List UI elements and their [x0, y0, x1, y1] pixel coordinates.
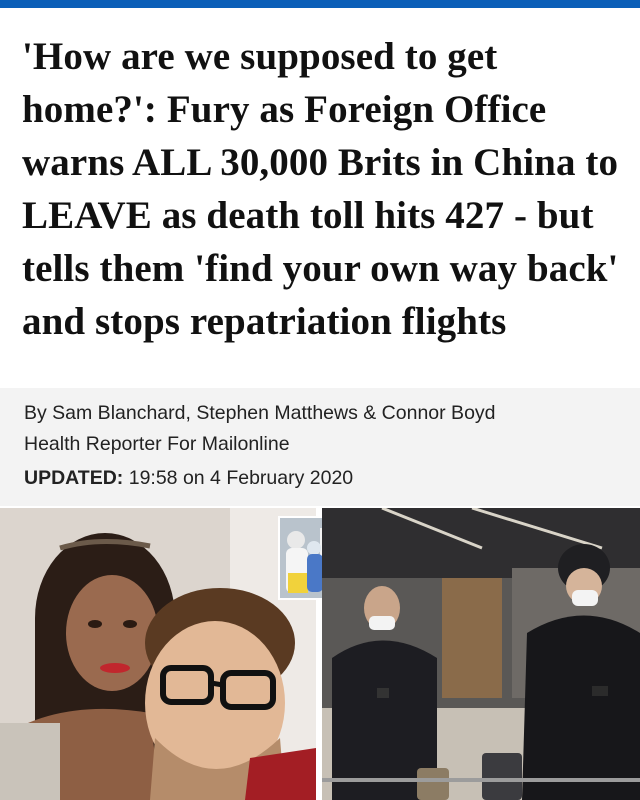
byline: By Sam Blanchard, Stephen Matthews & Con… — [24, 398, 624, 460]
byline-authors[interactable]: By Sam Blanchard, Stephen Matthews & Con… — [24, 398, 624, 429]
byline-role: Health Reporter For Mailonline — [24, 433, 290, 455]
article-photo-strip — [0, 508, 640, 800]
updated-timestamp: UPDATED: 19:58 on 4 February 2020 — [24, 463, 353, 494]
updated-label: UPDATED: — [24, 467, 124, 489]
airport-travellers-illustration — [322, 508, 640, 800]
article-headline: 'How are we supposed to get home?': Fury… — [22, 35, 619, 343]
updated-value: 19:58 on 4 February 2020 — [128, 467, 354, 489]
couple-selfie-photo[interactable] — [0, 508, 316, 800]
airport-travellers-photo[interactable] — [322, 508, 640, 800]
couple-selfie-illustration — [0, 508, 316, 800]
top-accent-bar — [0, 0, 640, 8]
